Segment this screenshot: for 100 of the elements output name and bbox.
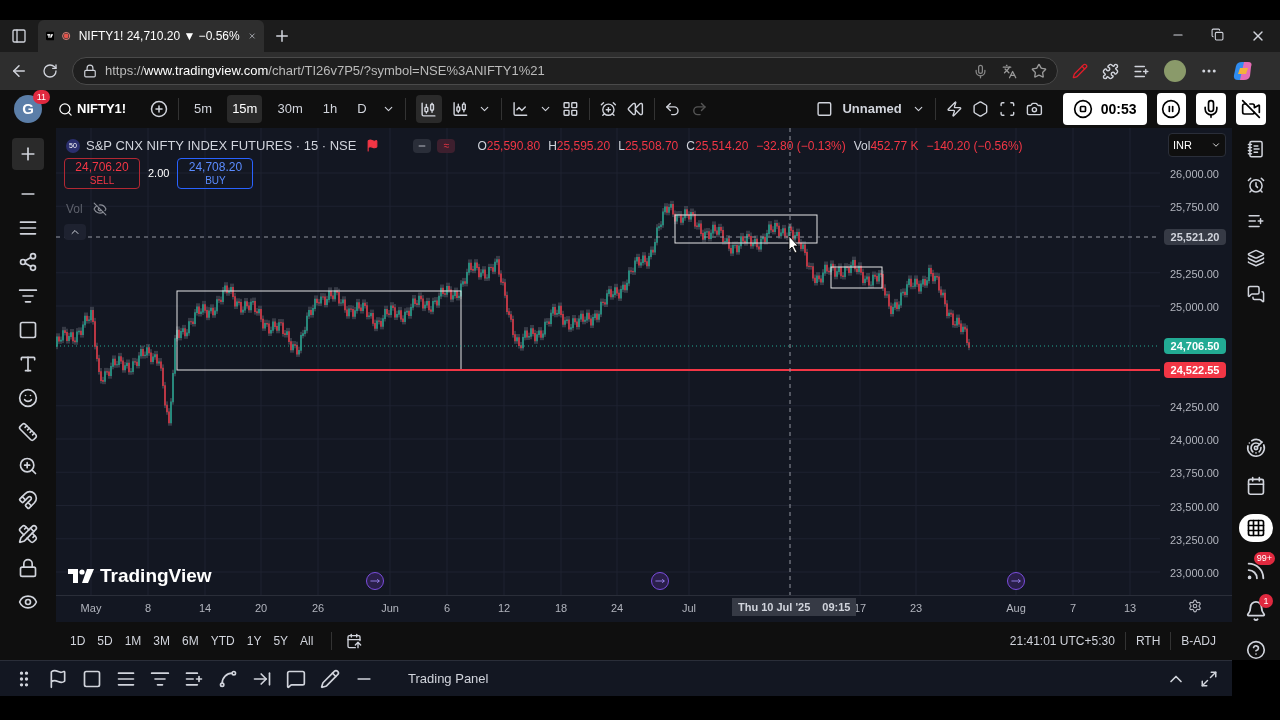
price-label: 24,250.00 (1170, 399, 1219, 415)
notifications-icon[interactable] (1245, 600, 1267, 623)
extensions-icon[interactable] (1102, 62, 1119, 80)
compare-icon[interactable] (150, 100, 169, 118)
compare-button[interactable]: ≈ (437, 138, 456, 153)
sell-button[interactable]: 24,706.20 SELL (64, 158, 140, 189)
volume-value: Vol452.77 K (853, 137, 919, 155)
browser-tab[interactable]: NIFTY1! 24,710.20 ▼ −0.56% (38, 20, 264, 52)
layout-icon[interactable] (815, 100, 833, 118)
url-text: https://www.tradingview.com/chart/TI26v7P5/?symbol=NSE%3ANIFTY1%21 (105, 62, 546, 81)
hidden-eye-icon[interactable] (92, 202, 107, 216)
lock-icon[interactable] (83, 64, 97, 78)
ruler-icon[interactable] (18, 422, 38, 442)
range-button[interactable]: 1Y (242, 632, 266, 651)
favorite-star-icon[interactable] (1031, 63, 1047, 79)
interval-button[interactable]: 5m (189, 95, 218, 123)
trading-panel-title[interactable]: Trading Panel (408, 668, 489, 689)
indicators-icon[interactable] (512, 100, 530, 118)
range-button[interactable]: 1D (66, 632, 90, 651)
zoom-in-icon[interactable] (18, 456, 38, 476)
layout-name[interactable]: Unnamed (842, 99, 902, 119)
camera-icon[interactable] (1026, 100, 1043, 118)
maximize-panel-icon[interactable] (1200, 669, 1218, 688)
crosshair-tool[interactable] (12, 138, 44, 170)
range-button[interactable]: YTD (206, 632, 239, 651)
rectangle-icon[interactable] (82, 668, 102, 689)
pen-icon[interactable] (1072, 63, 1088, 79)
trend-icon[interactable] (218, 668, 238, 689)
drawing-mode-icon[interactable] (18, 524, 38, 544)
interval-button[interactable]: D (352, 95, 372, 123)
price-label: 23,750.00 (1170, 466, 1219, 482)
apps-button[interactable] (1239, 514, 1273, 543)
text-tool-icon[interactable] (18, 354, 38, 374)
visibility-icon[interactable] (18, 592, 38, 612)
reload-icon[interactable] (42, 63, 58, 79)
fullscreen-icon[interactable] (999, 100, 1016, 118)
restore-icon[interactable] (1211, 28, 1224, 41)
redo-icon[interactable] (691, 100, 709, 118)
projection-icon[interactable] (18, 286, 38, 306)
lock-icon[interactable] (18, 558, 38, 578)
event-marker-icon[interactable] (1007, 572, 1025, 590)
settings-icon[interactable] (972, 100, 990, 118)
templates-icon[interactable] (562, 100, 580, 118)
marker-icon[interactable] (48, 668, 68, 689)
copilot-icon[interactable] (1232, 60, 1254, 82)
symbol-search[interactable]: NIFTY1! (58, 99, 127, 119)
chart-title[interactable]: S&P CNX NIFTY INDEX FUTURES · 15 · NSE (86, 136, 357, 156)
help-icon[interactable] (1244, 640, 1268, 660)
back-icon[interactable] (10, 62, 28, 80)
candles-button[interactable] (415, 95, 442, 123)
clock-text[interactable]: 21:41:01 UTC+5:30 (1009, 632, 1115, 651)
interval-button[interactable]: 1h (317, 95, 343, 123)
chevron-down-icon (1211, 140, 1221, 150)
camera-off-button[interactable] (1236, 93, 1267, 125)
range-button[interactable]: 6M (178, 632, 203, 651)
address-bar[interactable]: https://www.tradingview.com/chart/TI26v7P5/?symbol=NSE%3ANIFTY1%21 (72, 57, 1058, 85)
alarm-clock-icon[interactable] (1245, 176, 1267, 195)
undo-icon[interactable] (664, 100, 682, 118)
range-button[interactable]: All (296, 632, 318, 651)
axis-settings-icon[interactable] (1188, 599, 1202, 613)
adjustment-text[interactable]: B-ADJ (1181, 632, 1222, 651)
flag-icon[interactable] (366, 139, 380, 153)
callout-icon[interactable] (286, 668, 306, 689)
brush-icon[interactable] (320, 668, 340, 689)
profile-avatar[interactable] (1164, 60, 1186, 82)
range-button[interactable]: 5Y (269, 632, 293, 651)
time-label: 12 (497, 601, 511, 616)
mic-icon[interactable] (973, 63, 988, 79)
microphone-button[interactable] (1196, 93, 1227, 125)
event-marker-icon[interactable] (651, 572, 669, 590)
new-tab-icon[interactable] (273, 27, 291, 45)
alert-icon[interactable] (599, 100, 617, 118)
shape-icon[interactable] (18, 320, 38, 340)
event-marker-icon[interactable] (366, 572, 384, 590)
pause-icon (1161, 99, 1182, 119)
layers-icon[interactable] (1245, 248, 1267, 267)
time-label: 14 (198, 601, 212, 616)
interval-button[interactable]: 15m (227, 95, 263, 123)
price-label: 26,000.00 (1170, 167, 1219, 182)
tab-actions-icon[interactable] (11, 28, 27, 44)
range-button[interactable]: 5D (93, 632, 117, 651)
collapse-button[interactable] (413, 138, 432, 153)
replay-icon[interactable] (626, 100, 644, 118)
buy-button[interactable]: 24,708.20 BUY (177, 158, 254, 189)
tradingview-logo-icon (68, 569, 94, 584)
currency-select[interactable]: INR (1168, 133, 1226, 157)
range-button[interactable]: 3M (149, 632, 175, 651)
pause-button[interactable] (1156, 93, 1187, 125)
emoji-icon[interactable] (18, 388, 38, 408)
session-text[interactable]: RTH (1135, 632, 1161, 651)
pattern-icon[interactable] (18, 252, 38, 272)
chat-icon[interactable] (1245, 284, 1267, 303)
bars-icon[interactable] (451, 100, 469, 118)
interval-button[interactable]: 30m (272, 95, 308, 123)
radar-icon[interactable] (1244, 438, 1268, 459)
fib-icon[interactable] (18, 218, 38, 238)
range-button[interactable]: 1M (120, 632, 146, 651)
recording-timer-button[interactable]: 00:53 (1062, 93, 1147, 125)
magnet-icon[interactable] (18, 490, 38, 510)
goto-date-icon[interactable] (346, 633, 363, 650)
